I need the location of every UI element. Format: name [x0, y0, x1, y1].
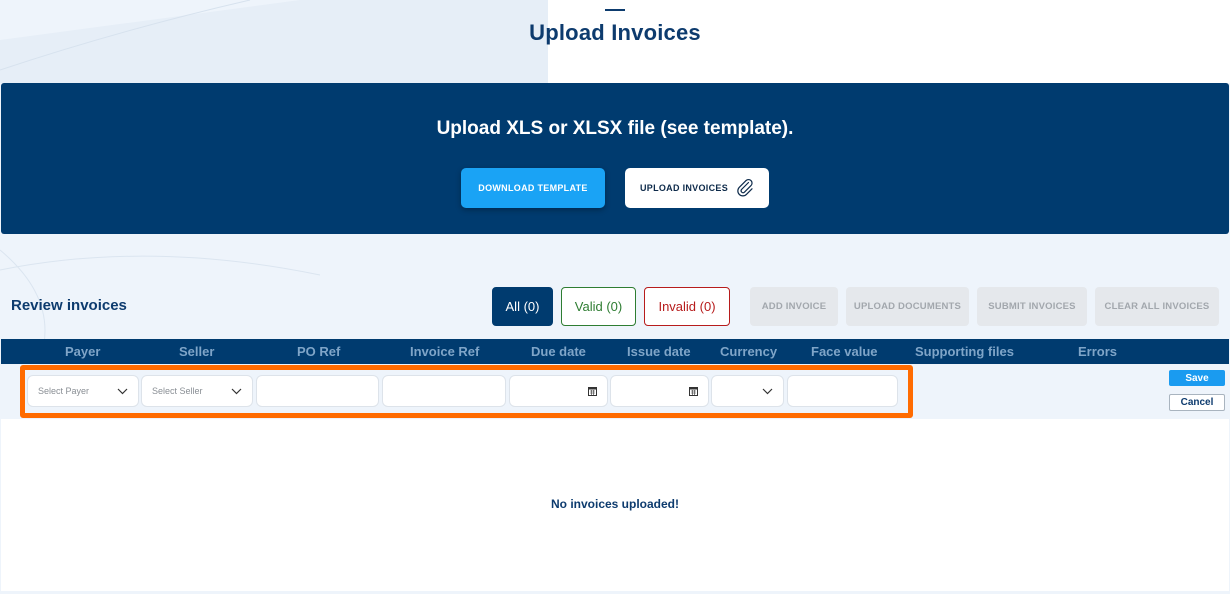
upload-banner: Upload XLS or XLSX file (see template). …: [1, 83, 1229, 234]
paperclip-icon: [737, 178, 753, 197]
column-header-errors: Errors: [1078, 344, 1118, 359]
po-ref-field[interactable]: [256, 375, 379, 407]
chevron-down-icon: [117, 388, 128, 394]
upload-invoices-button[interactable]: UPLOAD INVOICES: [625, 168, 769, 208]
column-header-due-date: Due date: [531, 344, 586, 359]
invoice-ref-field[interactable]: [382, 375, 506, 407]
review-invoices-title: Review invoices: [11, 297, 127, 314]
cancel-button[interactable]: Cancel: [1169, 394, 1225, 411]
save-button[interactable]: Save: [1169, 370, 1225, 386]
table-header: Payer Seller PO Ref Invoice Ref Due date…: [1, 339, 1229, 364]
column-header-supporting-files: Supporting files: [915, 344, 1014, 359]
add-invoice-button[interactable]: ADD INVOICE: [750, 287, 838, 326]
upload-heading: Upload XLS or XLSX file (see template).: [436, 118, 794, 139]
column-header-currency: Currency: [720, 344, 778, 359]
payer-select-placeholder: Select Payer: [38, 386, 90, 396]
page-content: Upload Invoices Upload XLS or XLSX file …: [0, 0, 1230, 594]
calendar-icon[interactable]: [588, 386, 597, 396]
upload-documents-button[interactable]: UPLOAD DOCUMENTS: [846, 287, 969, 326]
column-header-seller: Seller: [179, 344, 215, 359]
chevron-down-icon: [231, 388, 242, 394]
seller-select[interactable]: Select Seller: [141, 375, 253, 407]
po-ref-input[interactable]: [267, 386, 368, 396]
filter-valid-tab[interactable]: Valid (0): [561, 287, 636, 326]
issue-date-field[interactable]: [610, 375, 709, 407]
upload-invoices-label: UPLOAD INVOICES: [639, 183, 728, 193]
face-value-field[interactable]: [787, 375, 898, 407]
download-template-button[interactable]: DOWNLOAD TEMPLATE: [461, 168, 605, 208]
empty-state-message: No invoices uploaded!: [550, 497, 679, 511]
filter-all-tab[interactable]: All (0): [492, 287, 553, 326]
invoice-ref-input[interactable]: [393, 386, 495, 396]
invoices-list: No invoices uploaded!: [1, 419, 1229, 591]
column-header-payer: Payer: [65, 344, 101, 359]
page-title: Upload Invoices: [529, 20, 701, 45]
submit-invoices-button[interactable]: SUBMIT INVOICES: [977, 287, 1087, 326]
seller-select-placeholder: Select Seller: [152, 386, 203, 396]
column-header-invoice-ref: Invoice Ref: [410, 344, 480, 359]
due-date-field[interactable]: [509, 375, 608, 407]
clear-all-invoices-button[interactable]: CLEAR ALL INVOICES: [1095, 287, 1219, 326]
title-accent-line: [605, 9, 625, 11]
calendar-icon[interactable]: [689, 386, 698, 396]
column-header-issue-date: Issue date: [627, 344, 691, 359]
column-header-po-ref: PO Ref: [297, 344, 341, 359]
currency-select[interactable]: [711, 375, 784, 407]
payer-select[interactable]: Select Payer: [27, 375, 139, 407]
filter-invalid-tab[interactable]: Invalid (0): [644, 287, 730, 326]
face-value-input[interactable]: [798, 386, 887, 396]
chevron-down-icon: [762, 388, 773, 394]
column-header-face-value: Face value: [811, 344, 878, 359]
